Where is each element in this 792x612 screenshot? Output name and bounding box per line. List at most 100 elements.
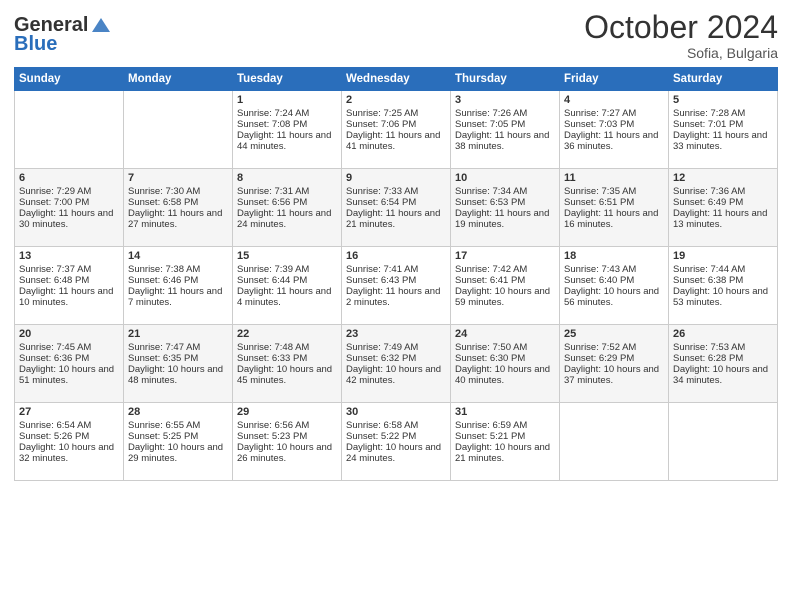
sunrise-text: Sunrise: 7:39 AM xyxy=(237,264,337,275)
calendar-week-row: 6Sunrise: 7:29 AMSunset: 7:00 PMDaylight… xyxy=(15,169,778,247)
daylight-text: Daylight: 11 hours and 4 minutes. xyxy=(237,286,337,308)
sunset-text: Sunset: 6:51 PM xyxy=(564,197,664,208)
sunrise-text: Sunrise: 7:30 AM xyxy=(128,186,228,197)
sunset-text: Sunset: 7:03 PM xyxy=(564,119,664,130)
day-number: 6 xyxy=(19,172,119,184)
daylight-text: Daylight: 11 hours and 19 minutes. xyxy=(455,208,555,230)
header: General Blue October 2024 Sofia, Bulgari… xyxy=(14,10,778,61)
sunset-text: Sunset: 6:29 PM xyxy=(564,353,664,364)
sunrise-text: Sunrise: 6:58 AM xyxy=(346,420,446,431)
calendar-cell: 23Sunrise: 7:49 AMSunset: 6:32 PMDayligh… xyxy=(342,325,451,403)
sunrise-text: Sunrise: 7:27 AM xyxy=(564,108,664,119)
calendar-cell: 15Sunrise: 7:39 AMSunset: 6:44 PMDayligh… xyxy=(233,247,342,325)
day-number: 30 xyxy=(346,406,446,418)
daylight-text: Daylight: 10 hours and 51 minutes. xyxy=(19,364,119,386)
calendar-cell: 5 Sunrise: 7:28 AMSunset: 7:01 PMDaylight… xyxy=(669,91,778,169)
location: Sofia, Bulgaria xyxy=(584,45,778,61)
sunset-text: Sunset: 6:30 PM xyxy=(455,353,555,364)
daylight-text: Daylight: 10 hours and 34 minutes. xyxy=(673,364,773,386)
calendar-header-saturday: Saturday xyxy=(669,68,778,91)
calendar-cell: 19 Sunrise: 7:44 AMSunset: 6:38 PMDayligh… xyxy=(669,247,778,325)
day-number: 29 xyxy=(237,406,337,418)
calendar-cell: 14Sunrise: 7:38 AMSunset: 6:46 PMDayligh… xyxy=(124,247,233,325)
daylight-text: Daylight: 10 hours and 24 minutes. xyxy=(346,442,446,464)
calendar-header-friday: Friday xyxy=(560,68,669,91)
daylight-text: Daylight: 10 hours and 53 minutes. xyxy=(673,286,773,308)
sunrise-text: Sunrise: 7:36 AM xyxy=(673,186,773,197)
sunrise-text: Sunrise: 7:31 AM xyxy=(237,186,337,197)
sunrise-text: Sunrise: 7:44 AM xyxy=(673,264,773,275)
daylight-text: Daylight: 11 hours and 30 minutes. xyxy=(19,208,119,230)
calendar-header-sunday: Sunday xyxy=(15,68,124,91)
calendar-cell: 1Sunrise: 7:24 AMSunset: 7:08 PMDaylight… xyxy=(233,91,342,169)
calendar-cell: 12Sunrise: 7:36 AMSunset: 6:49 PMDayligh… xyxy=(669,169,778,247)
sunset-text: Sunset: 6:44 PM xyxy=(237,275,337,286)
calendar-cell: 24Sunrise: 7:50 AMSunset: 6:30 PMDayligh… xyxy=(451,325,560,403)
calendar-cell: 11Sunrise: 7:35 AMSunset: 6:51 PMDayligh… xyxy=(560,169,669,247)
calendar-header-row: SundayMondayTuesdayWednesdayThursdayFrid… xyxy=(15,68,778,91)
calendar-cell xyxy=(124,91,233,169)
sunrise-text: Sunrise: 7:52 AM xyxy=(564,342,664,353)
day-number: 28 xyxy=(128,406,228,418)
calendar-cell: 28Sunrise: 6:55 AMSunset: 5:25 PMDayligh… xyxy=(124,403,233,481)
sunset-text: Sunset: 5:23 PM xyxy=(237,431,337,442)
calendar-cell: 3Sunrise: 7:26 AMSunset: 7:05 PMDaylight… xyxy=(451,91,560,169)
daylight-text: Daylight: 10 hours and 37 minutes. xyxy=(564,364,664,386)
daylight-text: Daylight: 10 hours and 42 minutes. xyxy=(346,364,446,386)
day-number: 13 xyxy=(19,250,119,262)
day-number: 17 xyxy=(455,250,555,262)
sunrise-text: Sunrise: 7:34 AM xyxy=(455,186,555,197)
daylight-text: Daylight: 11 hours and 2 minutes. xyxy=(346,286,446,308)
sunset-text: Sunset: 6:36 PM xyxy=(19,353,119,364)
daylight-text: Daylight: 10 hours and 32 minutes. xyxy=(19,442,119,464)
sunset-text: Sunset: 6:35 PM xyxy=(128,353,228,364)
sunset-text: Sunset: 7:06 PM xyxy=(346,119,446,130)
sunrise-text: Sunrise: 6:56 AM xyxy=(237,420,337,431)
day-number: 4 xyxy=(564,94,664,106)
calendar-cell: 9Sunrise: 7:33 AMSunset: 6:54 PMDaylight… xyxy=(342,169,451,247)
sunrise-text: Sunrise: 7:28 AM xyxy=(673,108,773,119)
day-number: 27 xyxy=(19,406,119,418)
calendar-cell: 20Sunrise: 7:45 AMSunset: 6:36 PMDayligh… xyxy=(15,325,124,403)
sunset-text: Sunset: 6:58 PM xyxy=(128,197,228,208)
day-number: 19 xyxy=(673,250,773,262)
calendar-week-row: 20Sunrise: 7:45 AMSunset: 6:36 PMDayligh… xyxy=(15,325,778,403)
sunrise-text: Sunrise: 7:42 AM xyxy=(455,264,555,275)
sunset-text: Sunset: 7:00 PM xyxy=(19,197,119,208)
daylight-text: Daylight: 10 hours and 40 minutes. xyxy=(455,364,555,386)
sunset-text: Sunset: 7:08 PM xyxy=(237,119,337,130)
sunrise-text: Sunrise: 7:41 AM xyxy=(346,264,446,275)
daylight-text: Daylight: 10 hours and 26 minutes. xyxy=(237,442,337,464)
sunset-text: Sunset: 6:40 PM xyxy=(564,275,664,286)
month-title: October 2024 xyxy=(584,10,778,45)
sunset-text: Sunset: 6:38 PM xyxy=(673,275,773,286)
sunrise-text: Sunrise: 7:43 AM xyxy=(564,264,664,275)
sunrise-text: Sunrise: 7:37 AM xyxy=(19,264,119,275)
day-number: 20 xyxy=(19,328,119,340)
calendar-cell: 30Sunrise: 6:58 AMSunset: 5:22 PMDayligh… xyxy=(342,403,451,481)
calendar-cell xyxy=(560,403,669,481)
sunrise-text: Sunrise: 7:24 AM xyxy=(237,108,337,119)
daylight-text: Daylight: 11 hours and 33 minutes. xyxy=(673,130,773,152)
calendar-cell: 25Sunrise: 7:52 AMSunset: 6:29 PMDayligh… xyxy=(560,325,669,403)
sunrise-text: Sunrise: 7:53 AM xyxy=(673,342,773,353)
day-number: 12 xyxy=(673,172,773,184)
sunrise-text: Sunrise: 7:35 AM xyxy=(564,186,664,197)
logo: General Blue xyxy=(14,14,112,56)
calendar-cell: 4Sunrise: 7:27 AMSunset: 7:03 PMDaylight… xyxy=(560,91,669,169)
sunset-text: Sunset: 5:21 PM xyxy=(455,431,555,442)
sunset-text: Sunset: 6:53 PM xyxy=(455,197,555,208)
calendar-week-row: 1Sunrise: 7:24 AMSunset: 7:08 PMDaylight… xyxy=(15,91,778,169)
sunrise-text: Sunrise: 7:49 AM xyxy=(346,342,446,353)
day-number: 10 xyxy=(455,172,555,184)
sunset-text: Sunset: 5:26 PM xyxy=(19,431,119,442)
day-number: 14 xyxy=(128,250,228,262)
daylight-text: Daylight: 11 hours and 21 minutes. xyxy=(346,208,446,230)
sunset-text: Sunset: 7:01 PM xyxy=(673,119,773,130)
sunrise-text: Sunrise: 7:33 AM xyxy=(346,186,446,197)
calendar-cell: 7Sunrise: 7:30 AMSunset: 6:58 PMDaylight… xyxy=(124,169,233,247)
day-number: 2 xyxy=(346,94,446,106)
calendar-cell: 17Sunrise: 7:42 AMSunset: 6:41 PMDayligh… xyxy=(451,247,560,325)
sunset-text: Sunset: 6:48 PM xyxy=(19,275,119,286)
day-number: 5 xyxy=(673,94,773,106)
